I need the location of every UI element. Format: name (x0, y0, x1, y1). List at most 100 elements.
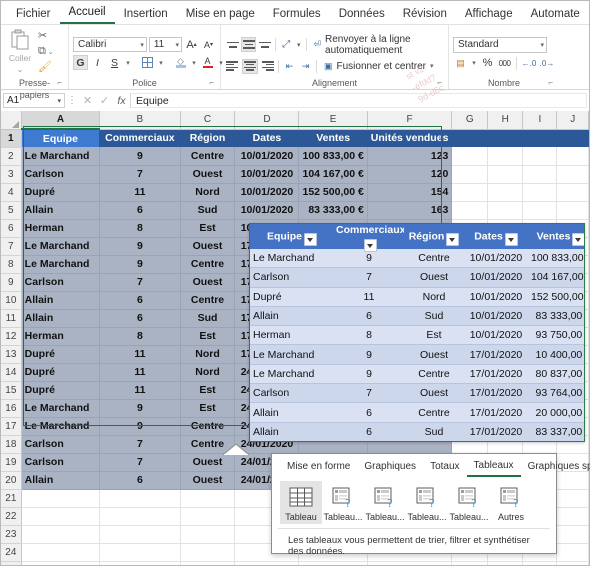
cell-B11[interactable]: 6 (99, 309, 181, 328)
gallery-item-tableau-4[interactable]: ? Tableau... (406, 481, 448, 524)
ribbon-tab-formules[interactable]: Formules (264, 6, 330, 24)
row-header-8[interactable]: 8 (1, 255, 22, 274)
preview-cell[interactable]: 10/01/2020 (464, 287, 528, 307)
cell-C16[interactable]: Est (180, 399, 236, 418)
cell-B6[interactable]: 8 (99, 219, 181, 238)
cell-H2[interactable] (487, 147, 524, 166)
preview-cell[interactable]: 20 000,00 € (528, 402, 584, 423)
cell-A3[interactable]: Carlson (21, 165, 101, 184)
cell-G25[interactable] (451, 561, 488, 565)
ribbon-tab-fichier[interactable]: Fichier (7, 6, 60, 24)
preview-cell[interactable]: Le Marchand (250, 249, 334, 269)
cell-A13[interactable]: Dupré (21, 345, 101, 364)
cell-C3[interactable]: Ouest (180, 165, 236, 184)
cell-C11[interactable]: Sud (180, 309, 236, 328)
cell-C17[interactable]: Centre (180, 417, 236, 436)
cell-B12[interactable]: 8 (99, 327, 181, 346)
merge-dropdown-icon[interactable]: ▾ (430, 62, 434, 70)
cell-A7[interactable]: Le Marchand (21, 237, 101, 256)
cell-C9[interactable]: Ouest (180, 273, 236, 292)
cell-H3[interactable] (487, 165, 524, 184)
cut-button[interactable]: ✂ (38, 30, 54, 43)
preview-cell[interactable]: 17/01/2020 (464, 364, 528, 385)
cell-J3[interactable] (556, 165, 589, 184)
cell-J24[interactable] (556, 543, 589, 562)
cell-B5[interactable]: 6 (99, 201, 181, 220)
filter-dropdown-icon[interactable] (363, 239, 377, 252)
row-header-18[interactable]: 18 (1, 435, 22, 454)
cell-H1[interactable] (487, 129, 524, 147)
popup-tab-totaux[interactable]: Totaux (423, 458, 466, 476)
cell-A6[interactable]: Herman (21, 219, 101, 238)
preview-cell[interactable]: 104 167,00 € (528, 267, 584, 288)
font-dialog-launcher[interactable]: ⌐ (209, 77, 214, 89)
cell-A10[interactable]: Allain (21, 291, 101, 310)
cell-A14[interactable]: Dupré (21, 363, 101, 382)
font-name-combo[interactable]: Calibri ▾ (73, 37, 147, 52)
preview-header-commerciaux[interactable]: Commerciaux (334, 224, 405, 252)
italic-button[interactable]: I (90, 55, 105, 70)
cell-A20[interactable]: Allain (21, 471, 101, 490)
cell-A12[interactable]: Herman (21, 327, 101, 346)
increase-indent-button[interactable]: ⇥ (298, 59, 313, 74)
percent-format-button[interactable]: % (480, 56, 495, 71)
cell-D3[interactable]: 10/01/2020 (234, 165, 300, 184)
row-header-2[interactable]: 2 (1, 147, 22, 166)
preview-cell[interactable]: 46 875,00 € (528, 441, 585, 442)
formula-input[interactable]: Equipe (130, 93, 587, 108)
row-header-16[interactable]: 16 (1, 399, 22, 418)
cell-H25[interactable] (487, 561, 524, 565)
preview-header-dates[interactable]: Dates (464, 224, 528, 249)
cell-B20[interactable]: 6 (99, 471, 181, 490)
cell-F3[interactable]: 120 (367, 165, 453, 184)
cell-J2[interactable] (556, 147, 589, 166)
cell-G4[interactable] (451, 183, 488, 202)
cancel-icon[interactable]: ✕ (79, 94, 96, 107)
increase-font-size-button[interactable]: A ▴ (184, 37, 199, 52)
preview-cell[interactable]: Herman (250, 441, 334, 442)
popup-tab-sparkline[interactable]: Graphiques sparkline (521, 458, 590, 476)
preview-cell[interactable]: 17/01/2020 (464, 344, 528, 365)
cell-C6[interactable]: Est (180, 219, 236, 238)
cell-A4[interactable]: Dupré (21, 183, 101, 202)
popup-tab-tableaux[interactable]: Tableaux (466, 457, 521, 477)
row-header-10[interactable]: 10 (1, 291, 22, 310)
column-header-e[interactable]: E (298, 111, 368, 130)
column-header-f[interactable]: F (367, 111, 453, 130)
row-header-22[interactable]: 22 (1, 507, 22, 526)
underline-button[interactable]: S (107, 55, 122, 70)
cell-F5[interactable]: 163 (367, 201, 453, 220)
gallery-item-tableau-5[interactable]: ? Tableau... (448, 481, 490, 524)
column-header-c[interactable]: C (180, 111, 236, 130)
cell-C22[interactable] (180, 507, 236, 526)
row-header-11[interactable]: 11 (1, 309, 22, 328)
cell-D2[interactable]: 10/01/2020 (234, 147, 300, 166)
preview-cell[interactable]: Herman (250, 325, 334, 346)
ribbon-tab-affichage[interactable]: Affichage (456, 6, 522, 24)
cell-B7[interactable]: 9 (99, 237, 181, 256)
cell-D4[interactable]: 10/01/2020 (234, 183, 300, 202)
row-header-20[interactable]: 20 (1, 471, 22, 490)
cell-C2[interactable]: Centre (180, 147, 236, 166)
bold-button[interactable]: G (73, 55, 88, 70)
add-decimal-button[interactable]: ←.0 (521, 56, 537, 71)
preview-cell[interactable]: 83 333,00 € (528, 306, 584, 327)
cell-J25[interactable] (556, 561, 589, 565)
cell-C20[interactable]: Ouest (180, 471, 236, 490)
gallery-item-autres[interactable]: ? Autres (490, 481, 532, 524)
preview-cell[interactable]: Centre (404, 249, 464, 269)
underline-dropdown[interactable]: ▾ (124, 55, 132, 70)
preview-cell[interactable]: 100 833,00 € (528, 249, 584, 269)
cell-F4[interactable]: 154 (367, 183, 453, 202)
cell-B8[interactable]: 9 (99, 255, 181, 274)
align-center-button[interactable] (242, 58, 258, 74)
fill-color-button[interactable]: ◇ (173, 55, 188, 70)
borders-dropdown[interactable]: ▾ (157, 55, 165, 70)
preview-cell[interactable]: 8 (334, 441, 404, 442)
cell-A17[interactable]: Le Marchand (21, 417, 101, 436)
row-header-14[interactable]: 14 (1, 363, 22, 382)
cell-E3[interactable]: 104 167,00 € (298, 165, 368, 184)
cell-C12[interactable]: Est (180, 327, 236, 346)
cell-I25[interactable] (522, 561, 558, 565)
cell-B15[interactable]: 11 (99, 381, 181, 400)
